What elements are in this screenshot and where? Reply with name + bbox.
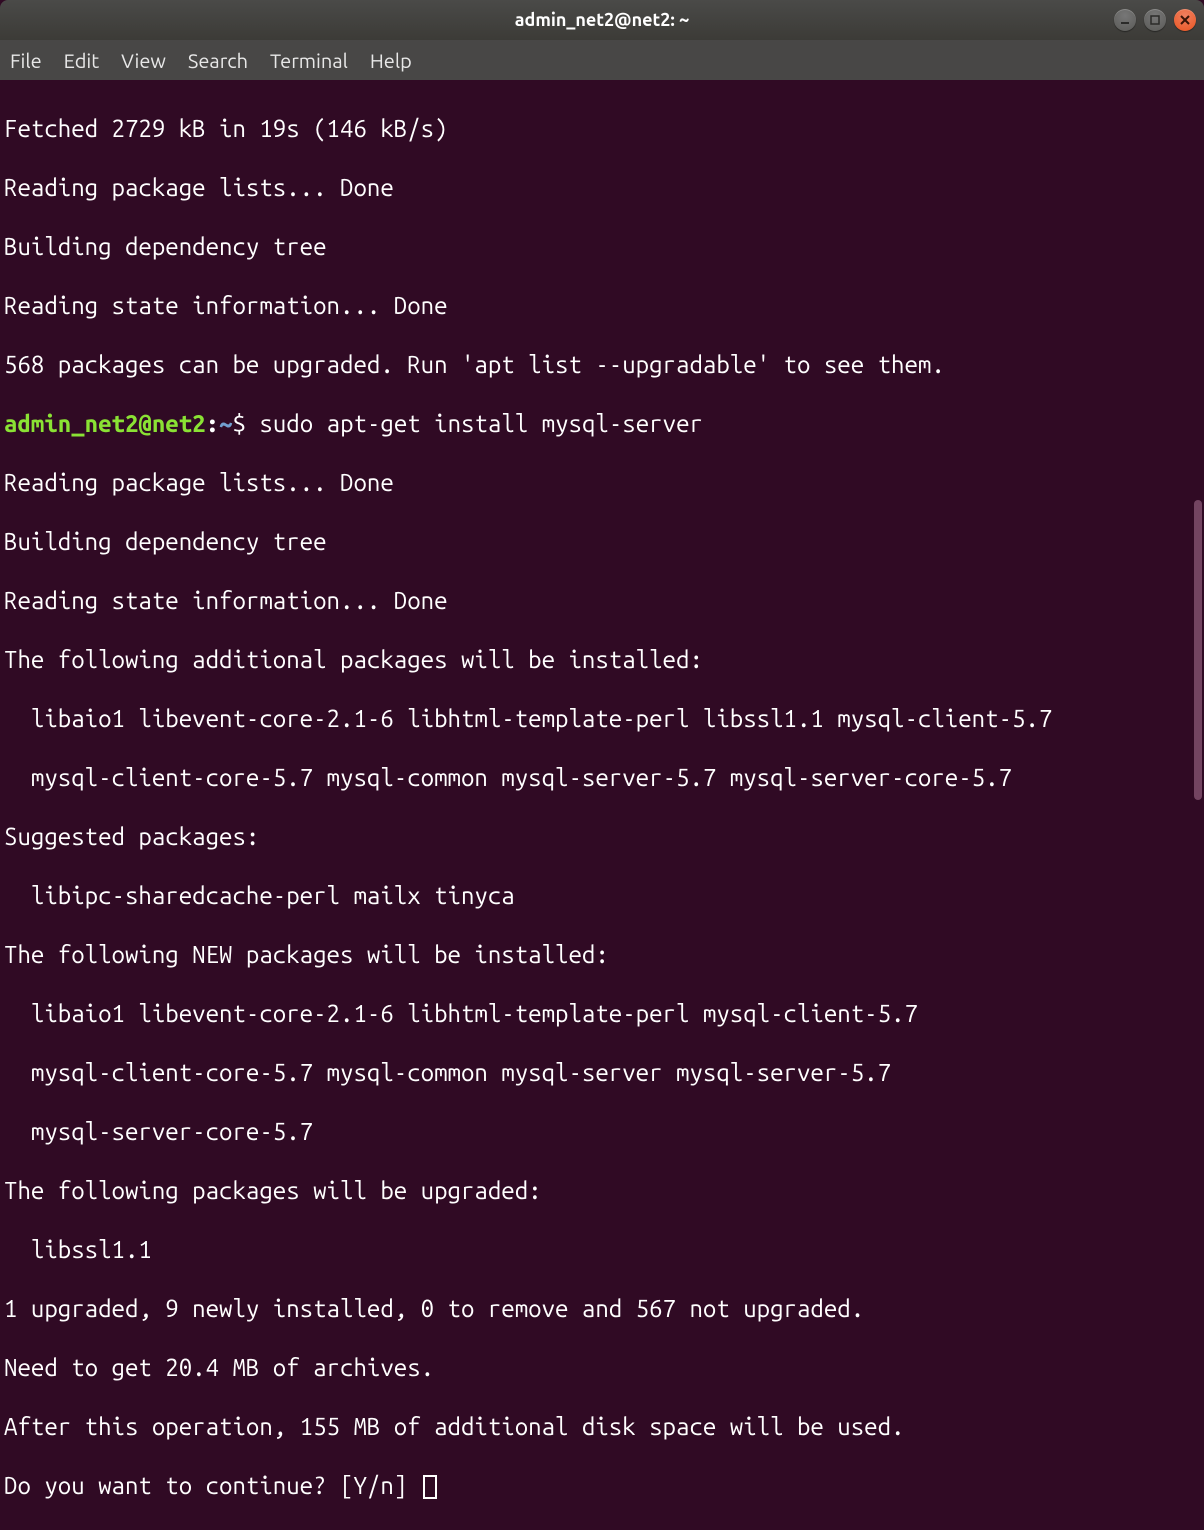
prompt-path: ~ — [219, 410, 232, 437]
maximize-button[interactable] — [1144, 9, 1166, 31]
terminal-line: libssl1.1 — [4, 1235, 1200, 1265]
window-controls — [1114, 9, 1196, 31]
menubar: File Edit View Search Terminal Help — [0, 40, 1204, 80]
terminal-line: Building dependency tree — [4, 527, 1200, 557]
terminal-line: 1 upgraded, 9 newly installed, 0 to remo… — [4, 1294, 1200, 1324]
terminal-line: Need to get 20.4 MB of archives. — [4, 1353, 1200, 1383]
terminal-output[interactable]: Fetched 2729 kB in 19s (146 kB/s) Readin… — [0, 80, 1204, 1530]
menu-edit[interactable]: Edit — [64, 49, 99, 72]
continue-prompt: Do you want to continue? [Y/n] — [4, 1472, 421, 1499]
menu-view[interactable]: View — [121, 49, 166, 72]
terminal-line: libaio1 libevent-core-2.1-6 libhtml-temp… — [4, 999, 1200, 1029]
terminal-line: mysql-server-core-5.7 — [4, 1117, 1200, 1147]
terminal-line: The following packages will be upgraded: — [4, 1176, 1200, 1206]
terminal-line: libaio1 libevent-core-2.1-6 libhtml-temp… — [4, 704, 1200, 734]
terminal-line: Reading state information... Done — [4, 586, 1200, 616]
terminal-line: Reading state information... Done — [4, 291, 1200, 321]
minimize-icon — [1119, 14, 1131, 26]
prompt-host: net2 — [152, 410, 206, 437]
close-icon — [1179, 14, 1191, 26]
terminal-line: mysql-client-core-5.7 mysql-common mysql… — [4, 1058, 1200, 1088]
terminal-line: The following NEW packages will be insta… — [4, 940, 1200, 970]
terminal-line: mysql-client-core-5.7 mysql-common mysql… — [4, 763, 1200, 793]
cursor-icon — [423, 1475, 437, 1499]
prompt-user: admin_net2 — [4, 410, 138, 437]
minimize-button[interactable] — [1114, 9, 1136, 31]
terminal-line: Building dependency tree — [4, 232, 1200, 262]
terminal-line: After this operation, 155 MB of addition… — [4, 1412, 1200, 1442]
command-text: sudo apt-get install mysql-server — [246, 410, 703, 437]
terminal-line: Suggested packages: — [4, 822, 1200, 852]
scrollbar-thumb[interactable] — [1194, 500, 1202, 800]
window-titlebar: admin_net2@net2: ~ — [0, 0, 1204, 40]
terminal-line: libipc-sharedcache-perl mailx tinyca — [4, 881, 1200, 911]
terminal-line: Reading package lists... Done — [4, 468, 1200, 498]
terminal-line: Reading package lists... Done — [4, 173, 1200, 203]
prompt-at: @ — [138, 410, 151, 437]
scrollbar[interactable] — [1192, 80, 1204, 796]
menu-terminal[interactable]: Terminal — [270, 49, 348, 72]
prompt-sigil: $ — [233, 410, 246, 437]
maximize-icon — [1149, 14, 1161, 26]
menu-help[interactable]: Help — [370, 49, 412, 72]
menu-file[interactable]: File — [10, 49, 42, 72]
prompt-colon: : — [206, 410, 219, 437]
terminal-prompt-line: admin_net2@net2:~$ sudo apt-get install … — [4, 409, 1200, 439]
terminal-line: Fetched 2729 kB in 19s (146 kB/s) — [4, 114, 1200, 144]
terminal-line: The following additional packages will b… — [4, 645, 1200, 675]
menu-search[interactable]: Search — [188, 49, 248, 72]
close-button[interactable] — [1174, 9, 1196, 31]
terminal-line: 568 packages can be upgraded. Run 'apt l… — [4, 350, 1200, 380]
window-title: admin_net2@net2: ~ — [515, 10, 689, 30]
terminal-line: Do you want to continue? [Y/n] — [4, 1471, 1200, 1501]
